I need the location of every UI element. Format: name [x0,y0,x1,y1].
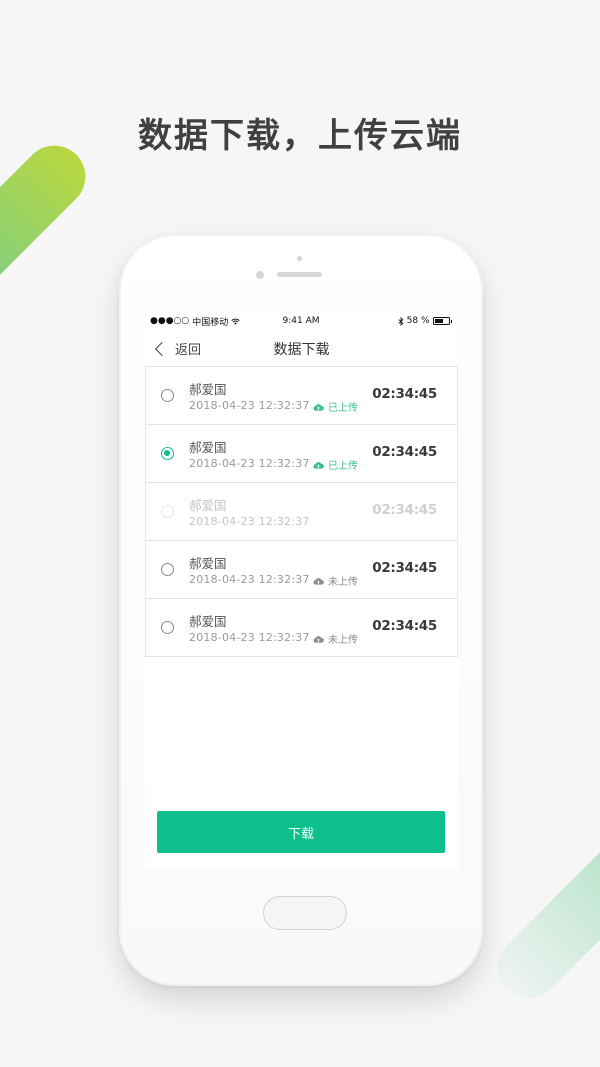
record-date: 2018-04-23 12:32:37 [189,457,310,470]
battery-tip [450,319,452,323]
earpiece-speaker [277,272,322,277]
record-name: 郝爱国 [189,556,227,571]
record-duration: 02:34:45 [372,386,437,402]
home-button[interactable] [263,896,347,930]
phone-screen: ●●●○○ 中国移动 9:41 AM 58 % 返回 数据下载 郝爱国 2018… [145,311,458,869]
record-duration: 02:34:45 [372,502,437,518]
bluetooth-icon [398,316,404,326]
upload-status: 未上传 [313,573,358,588]
record-duration: 02:34:45 [372,444,437,460]
upload-status: 未上传 [313,631,358,646]
record-name: 郝爱国 [189,498,227,513]
status-time: 9:41 AM [282,316,320,326]
cloud-upload-icon [313,635,324,643]
record-duration: 02:34:45 [372,618,437,634]
status-bar: ●●●○○ 中国移动 9:41 AM 58 % [145,311,458,331]
radio-button[interactable] [161,621,174,634]
record-list: 郝爱国 2018-04-23 12:32:37 已上传 02:34:45 郝爱国… [145,366,458,657]
download-button[interactable]: 下载 [157,811,445,853]
record-date: 2018-04-23 12:32:37 [189,631,310,644]
carrier-name: 中国移动 [192,317,229,328]
record-date: 2018-04-23 12:32:37 [189,573,310,586]
upload-status-label: 已上传 [328,461,358,472]
upload-status-label: 未上传 [328,577,358,588]
list-item[interactable]: 郝爱国 2018-04-23 12:32:37 已上传 02:34:45 [145,367,458,425]
upload-status-label: 已上传 [328,403,358,414]
record-date: 2018-04-23 12:32:37 [189,399,310,412]
list-item[interactable]: 郝爱国 2018-04-23 12:32:37 未上传 02:34:45 [145,599,458,657]
radio-button[interactable] [161,389,174,402]
promo-headline: 数据下载，上传云端 [138,116,462,156]
decorative-stripe-bottom [484,790,600,1012]
radio-button[interactable] [161,447,174,460]
record-date: 2018-04-23 12:32:37 [189,515,310,528]
record-name: 郝爱国 [189,614,227,629]
list-item[interactable]: 郝爱国 2018-04-23 12:32:37 未上传 02:34:45 [145,541,458,599]
decorative-stripe-top [0,132,99,340]
cloud-upload-icon [313,577,324,585]
signal-strength: ●●●○○ [150,316,190,326]
cloud-upload-icon [313,403,324,411]
cloud-upload-icon [313,461,324,469]
radio-button[interactable] [161,563,174,576]
upload-status-label: 未上传 [328,635,358,646]
upload-status: 已上传 [313,457,358,472]
record-duration: 02:34:45 [372,560,437,576]
radio-button[interactable] [161,505,174,518]
battery-percent: 58 % [406,316,430,326]
list-item[interactable]: 郝爱国 2018-04-23 12:32:37 已上传 02:34:45 [145,425,458,483]
chevron-left-icon [154,341,170,356]
list-item[interactable]: 郝爱国 2018-04-23 12:32:37 02:34:45 [145,483,458,541]
proximity-sensor [256,271,264,279]
battery-icon [432,317,450,325]
back-label: 返回 [175,343,202,358]
upload-status: 已上传 [313,399,358,414]
wifi-icon [231,318,240,325]
front-camera [297,256,302,261]
back-button[interactable]: 返回 [145,339,201,358]
record-name: 郝爱国 [189,440,227,455]
navigation-bar: 返回 数据下载 [145,331,458,366]
record-name: 郝爱国 [189,382,227,397]
